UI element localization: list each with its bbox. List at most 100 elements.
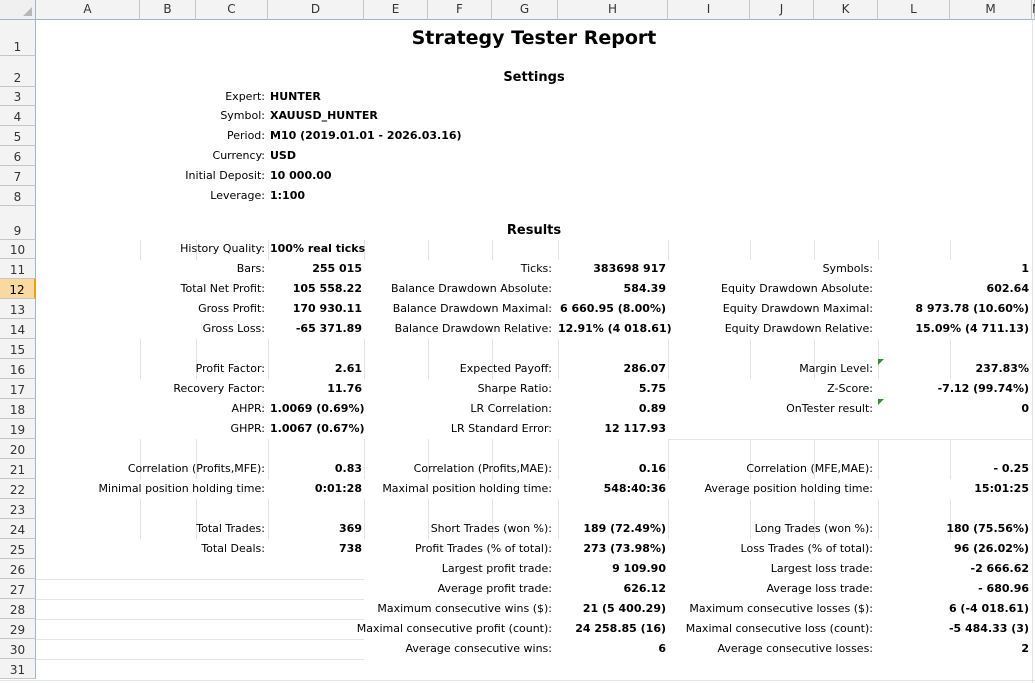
row-header-29[interactable]: 29 [0,619,36,639]
comment-indicator-icon[interactable] [878,359,884,365]
results-right-label: Average loss trade: [766,582,873,595]
column-header-c[interactable]: C [196,0,268,20]
results-right-value: 602.64 [986,282,1029,295]
gridline-h-639 [36,639,364,640]
results-right-value: 15.09% (4 711.13) [915,322,1029,335]
results-middle-value: 0.16 [638,462,666,475]
row-header-24[interactable]: 24 [0,519,36,539]
results-middle-label: Expected Payoff: [459,362,552,375]
results-middle-label: Average profit trade: [437,582,552,595]
row-header-22[interactable]: 22 [0,479,36,499]
row-header-18[interactable]: 18 [0,399,36,419]
gridline-v-0-7 [668,240,669,260]
gridline-v-5-11 [950,499,951,519]
row-header-3[interactable]: 3 [0,87,36,106]
results-right-value: 180 (75.56%) [946,522,1029,535]
column-header-e[interactable]: E [364,0,428,20]
row-header-21[interactable]: 21 [0,459,36,479]
row-header-28[interactable]: 28 [0,599,36,619]
results-right-value: -5 484.33 (3) [948,622,1029,635]
results-middle-value: 189 (72.49%) [583,522,666,535]
gridline-v-1-8 [750,339,751,359]
gridline-v-0-2 [268,240,269,260]
row-header-15[interactable]: 15 [0,339,36,359]
results-middle-value: 626.12 [623,582,666,595]
row-header-7[interactable]: 7 [0,166,36,186]
column-header-m[interactable]: M [950,0,1032,20]
column-header-l[interactable]: L [878,0,950,20]
select-all-triangle-icon [23,7,32,16]
row-header-26[interactable]: 26 [0,559,36,579]
row-header-25[interactable]: 25 [0,539,36,559]
row-header-23[interactable]: 23 [0,499,36,519]
results-right-value: -2 666.62 [970,562,1030,575]
row-header-6[interactable]: 6 [0,146,36,166]
results-right-label: Z-Score: [827,382,873,395]
results-middle-label: Balance Drawdown Relative: [394,322,552,335]
gridline-h-bottom [0,680,1035,681]
results-right-value: 2 [1021,642,1029,655]
gridline-v-1-2 [268,339,269,359]
results-left-label: Total Net Profit: [180,282,265,295]
select-all-corner[interactable] [0,0,36,20]
gridline-h-579 [36,579,364,580]
results-right-label: Average position holding time: [704,482,873,495]
column-header-a[interactable]: A [36,0,140,20]
row-header-4[interactable]: 4 [0,106,36,126]
row-header-8[interactable]: 8 [0,186,36,206]
row-header-13[interactable]: 13 [0,299,36,319]
column-header-h[interactable]: H [558,0,668,20]
results-middle-label: Maximal position holding time: [382,482,552,495]
results-middle-value: 584.39 [623,282,666,295]
results-middle-value: 9 109.90 [612,562,666,575]
settings-value: XAUUSD_HUNTER [270,109,378,122]
column-header-g[interactable]: G [492,0,558,20]
gridline-v-6-10 [878,519,879,539]
results-left-label: Recovery Factor: [173,382,265,395]
results-middle-label: Sharpe Ratio: [477,382,552,395]
row-header-19[interactable]: 19 [0,419,36,439]
row-header-2[interactable]: 2 [0,56,36,87]
row-header-11[interactable]: 11 [0,259,36,279]
gridline-v-0-10 [878,240,879,260]
column-header-b[interactable]: B [140,0,196,20]
gridline-v-5-0 [140,499,141,519]
settings-value: HUNTER [270,90,321,103]
row-header-1[interactable]: 1 [0,20,36,56]
row-header-5[interactable]: 5 [0,126,36,146]
results-middle-value: 5.75 [638,382,666,395]
spreadsheet-grid[interactable]: ABCDEFGHIJKLMN 1234567891011121314151617… [0,0,1035,683]
column-header-d[interactable]: D [268,0,364,20]
column-header-j[interactable]: J [750,0,814,20]
row-header-27[interactable]: 27 [0,579,36,599]
gridline-v-3-4 [428,439,429,459]
gridline-h-659 [36,659,364,660]
settings-heading: Settings [503,70,565,85]
results-middle-value: 6 660.95 (8.00%) [560,302,666,315]
gridline-v-1-10 [878,339,879,359]
row-header-17[interactable]: 17 [0,379,36,399]
row-header-20[interactable]: 20 [0,439,36,459]
report-title: Strategy Tester Report [411,27,657,49]
history-quality-value: 100% real ticks [270,242,366,255]
row-header-9[interactable]: 9 [0,206,36,240]
row-header-12[interactable]: 12 [0,279,36,299]
gridline-v-0-5 [492,240,493,260]
gridline-h-619 [36,619,364,620]
gridline-v-5-1 [196,499,197,519]
results-right-label: Correlation (MFE,MAE): [746,462,873,475]
row-header-30[interactable]: 30 [0,639,36,659]
gridline-v-5-7 [668,499,669,519]
row-header-10[interactable]: 10 [0,240,36,259]
column-header-k[interactable]: K [814,0,878,20]
row-header-14[interactable]: 14 [0,319,36,339]
results-middle-value: 383698 917 [593,262,666,275]
row-header-31[interactable]: 31 [0,659,36,679]
comment-indicator-icon[interactable] [878,399,884,405]
row-header-16[interactable]: 16 [0,359,36,379]
results-middle-label: Maximum consecutive wins ($): [377,602,552,615]
column-header-i[interactable]: I [668,0,750,20]
column-header-f[interactable]: F [428,0,492,20]
gridline-v-1-5 [492,339,493,359]
results-middle-value: 12.91% (4 018.61) [558,322,672,335]
